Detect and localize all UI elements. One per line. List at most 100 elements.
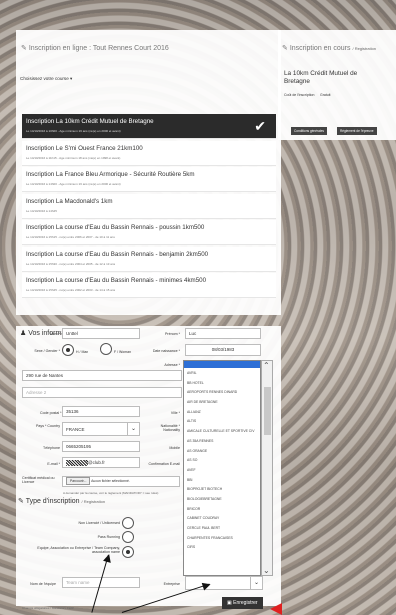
dropdown-option[interactable]: AEROPORTS RENNES DINARD	[184, 387, 260, 397]
red-arrow-icon	[270, 603, 282, 615]
dropdown-option[interactable]: CABINET COUDRAY	[184, 513, 260, 523]
chevron-down-icon: ⌄	[127, 423, 139, 435]
terms-button[interactable]: Conditions générales	[291, 127, 327, 135]
dropdown-option[interactable]: AS 35A RENNES	[184, 436, 260, 446]
race-name: Inscription La course d'Eau du Bassin Re…	[26, 277, 207, 284]
cp-label: Code postal *	[40, 411, 62, 415]
adresse2-input[interactable]: Adresse 2	[22, 387, 182, 398]
registration-type-title: ✎ Type d'inscription / Registration	[18, 498, 106, 505]
dropdown-option[interactable]: AIR DE BRETAGNE	[184, 397, 260, 407]
dob-input[interactable]: 08/03/1983	[185, 344, 261, 356]
edit-icon: ✎	[21, 45, 29, 52]
ville-label: Ville *	[170, 411, 180, 415]
pays-select[interactable]: FRANCE ⌄	[62, 422, 140, 436]
dropdown-option[interactable]: ALTIS	[184, 416, 260, 426]
prenom-label: Prénom *	[165, 332, 180, 336]
dropdown-option[interactable]: CERCLE PAUL BERT	[184, 523, 260, 533]
browse-button[interactable]: Parcourir...	[66, 477, 91, 485]
cost-label: Coût de l'inscription	[284, 93, 315, 97]
dropdown-scrollbar[interactable]: ⌃ ⌄	[261, 360, 273, 576]
homme-label: H / Man	[76, 350, 89, 354]
confirm-email-label: Confirmation E-mail	[148, 462, 180, 466]
nom-label: Nom *	[50, 332, 60, 336]
cert-file-input[interactable]: Parcourir... Aucun fichier sélectionné.	[62, 476, 180, 487]
radio-femme[interactable]	[100, 343, 112, 355]
race-details: Le 14/10/2016 à 15h30 - né(e) entre 2004…	[26, 261, 116, 266]
dropdown-option[interactable]: BIOLOGIEBRETAGNE	[184, 494, 260, 504]
save-button[interactable]: ▣ Enregistrer	[222, 597, 263, 609]
rules-button[interactable]: Règlement de l'épreuve	[337, 127, 377, 135]
entreprise-dropdown-list: AVRIL BB HOTEL AEROPORTS RENNES DINARD AIR …	[183, 360, 261, 576]
dropdown-option[interactable]: AS ORANGE	[184, 446, 260, 456]
race-item[interactable]: Inscription La 10km Crédit Mutuel de Bre…	[22, 114, 276, 139]
race-list-title: ✎ Inscription en ligne : Tout Rennes Cou…	[21, 45, 169, 52]
race-name: Inscription La 10km Crédit Mutuel de Bre…	[26, 118, 154, 125]
radio-homme[interactable]	[62, 344, 74, 356]
current-registration-title: ✎ Inscription en cours / Registration	[282, 45, 377, 52]
team-name-label: Nom de l'équipe	[30, 582, 56, 586]
cert-label: Certificat médical ou Licence	[22, 476, 55, 484]
mandatory-note: Champs obligatoires / Mandatory Field	[22, 606, 74, 610]
dropdown-option[interactable]: BBI	[184, 475, 260, 485]
race-item[interactable]: Inscription Le S'mi Ouest France 21km100…	[22, 140, 276, 166]
scroll-down-icon[interactable]: ⌄	[263, 566, 270, 575]
race-name: Inscription Le S'mi Ouest France 21km100	[26, 144, 143, 152]
race-item[interactable]: Inscription La course d'Eau du Bassin Re…	[22, 220, 276, 245]
pays-label: Pays * Country	[36, 424, 60, 428]
femme-label: F / Woman	[114, 350, 132, 354]
dropdown-highlight[interactable]	[184, 361, 260, 368]
user-icon: ♟	[20, 330, 27, 337]
dropdown-option[interactable]: AMICALE CULTURELLE ET SPORTIVE CIV	[184, 426, 260, 436]
sexe-label: Sexe / Gender *	[34, 349, 60, 353]
mobile-label: Mobile	[169, 446, 180, 450]
race-name: Inscription La France Bleu Armorique - S…	[26, 171, 195, 178]
radio-team[interactable]	[122, 546, 134, 558]
race-item[interactable]: Inscription La Macdonald's 1km Le 14/10/2…	[22, 193, 276, 219]
race-item[interactable]: Inscription La France Bleu Armorique - S…	[22, 167, 276, 192]
pays-value: FRANCE	[66, 427, 85, 432]
tel-input[interactable]: 0665205195	[62, 441, 140, 452]
adresse-input[interactable]: 290 rue de Nantes	[22, 370, 182, 381]
pass-running-label: Pass Running	[97, 535, 120, 539]
dropdown-option[interactable]: AVRIL	[184, 368, 260, 378]
edit-icon: ✎	[18, 498, 26, 505]
chevron-down-icon: ⌄	[250, 577, 262, 589]
email-scribble	[66, 460, 88, 466]
cp-input[interactable]: 35136	[62, 406, 140, 417]
race-item[interactable]: Inscription La course d'Eau du Bassin Re…	[22, 246, 276, 272]
race-name: Inscription La Macdonald's 1km	[26, 197, 113, 205]
race-name: Inscription La course d'Eau du Bassin Re…	[26, 224, 205, 231]
edit-icon: ✎	[282, 45, 290, 52]
current-registration-panel: ✎ Inscription en cours / Registration La…	[278, 30, 396, 140]
cost-value: Gratuit	[320, 93, 331, 97]
dropdown-option[interactable]: AS SO	[184, 455, 260, 465]
dropdown-option[interactable]: AVEF	[184, 465, 260, 475]
chevron-down-icon: ▾	[70, 76, 73, 81]
dropdown-option[interactable]: BRICOR	[184, 504, 260, 514]
dropdown-option[interactable]: CHARPENTES FRANCAISES	[184, 533, 260, 543]
race-item[interactable]: Inscription La course d'Eau du Bassin Re…	[22, 273, 276, 298]
radio-pass-running[interactable]	[122, 531, 134, 543]
nationalite-label: Nationalité * Nationality	[160, 424, 180, 432]
radio-unlicensed[interactable]	[122, 517, 134, 529]
dropdown-option[interactable]: BIOPROJET BIOTECH	[184, 484, 260, 494]
adresse-label: Adresse *	[164, 363, 180, 367]
race-details: Le 14/10/2016 à 15h15 - né(e) entre 2006…	[26, 235, 115, 239]
race-details: Le 14/10/2016 à 11h15 - Age minimum 18 a…	[26, 155, 121, 160]
cert-hint: A demander par la course, voir le règlem…	[63, 491, 159, 495]
nom-input[interactable]: Unttel	[62, 328, 140, 339]
entreprise-label: Entreprise	[163, 582, 180, 586]
race-details: Le 14/10/2016 à 10h00 - Age minimum 16 a…	[26, 129, 121, 133]
race-details: Le 14/10/2016 à 14h45	[26, 208, 57, 213]
email-label: E-mail *	[47, 462, 60, 466]
selected-race-name: La 10km Crédit Mutuel de Bretagne	[284, 70, 358, 85]
scroll-up-icon[interactable]: ⌃	[263, 361, 270, 370]
prenom-input[interactable]: Luc	[185, 328, 261, 339]
checkmark-icon: ✔	[254, 118, 266, 134]
dropdown-option[interactable]: CIRS	[184, 542, 260, 552]
email-input[interactable]: @club.fr	[62, 457, 140, 468]
dropdown-option[interactable]: ALLIANZ	[184, 407, 260, 417]
race-name: Inscription La course d'Eau du Bassin Re…	[26, 250, 209, 258]
dropdown-option[interactable]: BB HOTEL	[184, 378, 260, 388]
scroll-thumb[interactable]	[264, 387, 271, 435]
